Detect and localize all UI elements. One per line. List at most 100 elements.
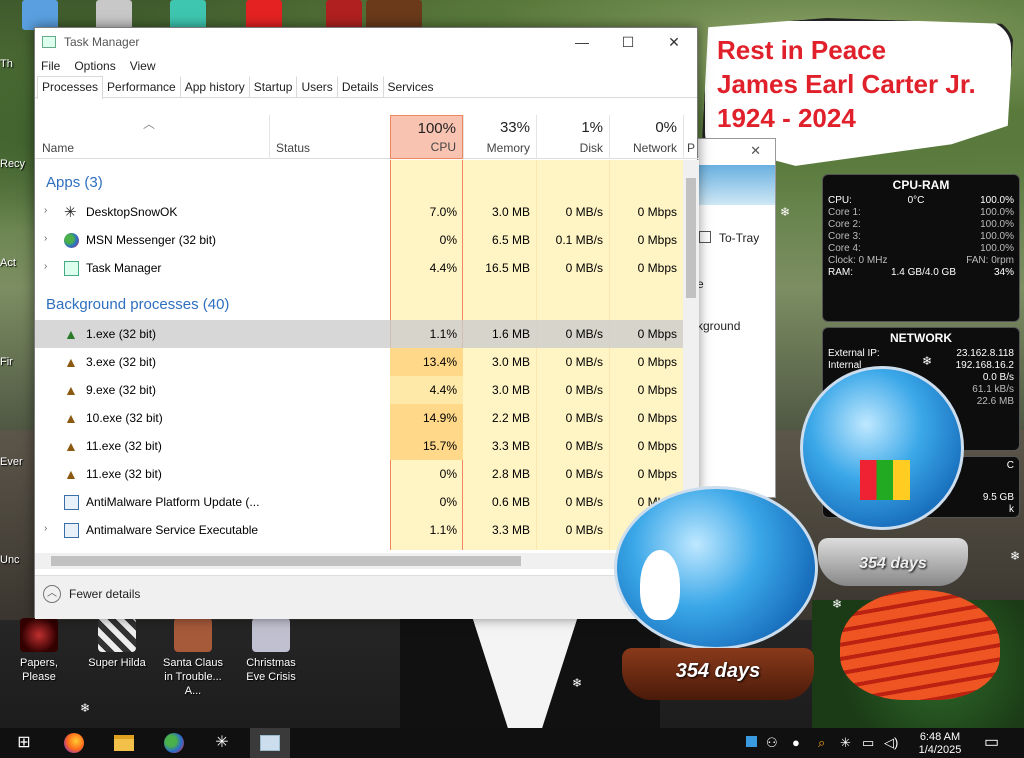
menu-options[interactable]: Options xyxy=(74,56,115,76)
snow-globe-large[interactable] xyxy=(800,366,964,530)
menu-view[interactable]: View xyxy=(130,56,156,76)
expand-chevron-icon[interactable]: › xyxy=(44,261,47,272)
reindeer-game-icon[interactable] xyxy=(366,0,422,30)
christmas-tree-icon: ▲ xyxy=(64,326,78,342)
desktop-label-uncategorized[interactable]: Unc xyxy=(0,554,20,566)
group-header-apps[interactable]: Apps (3) xyxy=(46,174,103,191)
desktop-icon-santa-claus-in-trouble[interactable]: Santa Claus in Trouble... A... xyxy=(158,618,228,698)
game-shortcut-icon[interactable] xyxy=(170,0,206,30)
msn-messenger-icon[interactable] xyxy=(154,728,194,758)
desktop-snow-icon[interactable]: ✳ xyxy=(202,728,242,758)
super-hilda-icon xyxy=(98,618,136,652)
fewer-details-button[interactable]: ︿ Fewer details xyxy=(43,585,140,603)
group-header-background[interactable]: Background processes (40) xyxy=(46,296,229,313)
tab-details[interactable]: Details xyxy=(336,76,384,97)
close-button[interactable]: ✕ xyxy=(651,28,697,56)
process-row[interactable]: › ✳ DesktopSnowOK 7.0% 3.0 MB 0 MB/s 0 M… xyxy=(35,198,683,226)
net-rate-3: 22.6 MB xyxy=(976,396,1014,407)
notification-center-icon[interactable]: ▭ xyxy=(984,728,999,758)
memory-total-percent: 33% xyxy=(499,119,530,136)
desktop-label-activate[interactable]: Act xyxy=(0,257,16,269)
santa-game-icon[interactable] xyxy=(326,0,362,30)
background-app-window[interactable]: ✕ To-Tray e kground xyxy=(692,138,776,498)
tab-processes[interactable]: Processes xyxy=(37,76,104,99)
tab-performance[interactable]: Performance xyxy=(102,76,181,97)
desktop-label-recycle-bin[interactable]: Recy xyxy=(0,158,25,170)
process-row[interactable]: ▲ 9.exe (32 bit) 4.4% 3.0 MB 0 MB/s 0 Mb… xyxy=(35,376,683,404)
tray-snowflake-icon[interactable]: ✳ xyxy=(840,728,851,758)
tray-search-icon[interactable]: ⌕ xyxy=(818,728,825,758)
horizontal-scroll-thumb[interactable] xyxy=(51,556,521,566)
desktop-icon-super-hilda[interactable]: Super Hilda xyxy=(82,618,152,670)
column-power-header[interactable]: P xyxy=(683,115,699,159)
to-tray-checkbox[interactable] xyxy=(699,231,711,243)
process-network: 0 Mbps xyxy=(637,383,677,397)
cpu-ram-gadget[interactable]: CPU-RAM CPU: 0°C 100.0% Core 1: 100.0% Core… xyxy=(822,174,1020,322)
mcdonalds-game-icon[interactable] xyxy=(246,0,282,30)
tab-app-history[interactable]: App history xyxy=(179,76,250,97)
tab-services[interactable]: Services xyxy=(382,76,439,97)
cpu-total-percent: 100% xyxy=(417,120,456,137)
menu-file[interactable]: File xyxy=(41,56,60,76)
process-name: Task Manager xyxy=(86,261,162,275)
tray-app-icon[interactable] xyxy=(746,728,757,758)
process-disk: 0 MB/s xyxy=(565,355,603,369)
desktop-shortcut-icon[interactable] xyxy=(96,0,132,30)
expand-chevron-icon[interactable]: › xyxy=(44,233,47,244)
horizontal-scrollbar[interactable] xyxy=(35,553,683,569)
desktop-label-firefox[interactable]: Fir xyxy=(0,356,13,368)
process-row[interactable]: ▲ 11.exe (32 bit) 15.7% 3.3 MB 0 MB/s 0 … xyxy=(35,432,683,460)
process-row[interactable]: › MSN Messenger (32 bit) 0% 6.5 MB 0.1 M… xyxy=(35,226,683,254)
desktop-icon-christmas-eve-crisis[interactable]: Christmas Eve Crisis xyxy=(236,618,306,684)
process-row[interactable]: ▲ 1.exe (32 bit) 1.1% 1.6 MB 0 MB/s 0 Mb… xyxy=(35,320,683,348)
process-row[interactable]: › Antimalware Service Executable 1.1% 3.… xyxy=(35,516,683,544)
process-cpu: 7.0% xyxy=(429,205,457,219)
start-button[interactable]: ⊞ xyxy=(4,728,44,758)
task-manager-window[interactable]: Task Manager — ☐ ✕ File Options View Pro… xyxy=(34,27,699,619)
process-row[interactable]: ▲ 3.exe (32 bit) 13.4% 3.0 MB 0 MB/s 0 M… xyxy=(35,348,683,376)
process-row[interactable]: › Task Manager 4.4% 16.5 MB 0 MB/s 0 Mbp… xyxy=(35,254,683,282)
desktop-icon-papers-please[interactable]: Papers, Please xyxy=(4,618,74,684)
network-total-percent: 0% xyxy=(655,119,677,136)
process-row[interactable]: ▲ 11.exe (32 bit) 0% 2.8 MB 0 MB/s 0 Mbp… xyxy=(35,460,683,488)
process-disk: 0 MB/s xyxy=(565,495,603,509)
disk-total-percent: 1% xyxy=(581,119,603,136)
tray-volume-icon[interactable]: ◁) xyxy=(884,728,898,758)
process-row[interactable]: AntiMalware Platform Update (... 0% 0.6 … xyxy=(35,488,683,516)
column-memory-header[interactable]: 33% Memory xyxy=(463,115,536,159)
taskbar-clock[interactable]: 6:48 AM 1/4/2025 xyxy=(908,731,972,757)
vertical-scroll-thumb[interactable] xyxy=(686,178,696,298)
tab-startup[interactable]: Startup xyxy=(248,76,298,97)
column-disk-header[interactable]: 1% Disk xyxy=(536,115,609,159)
background-window-close-button[interactable]: ✕ xyxy=(750,143,761,159)
expand-chevron-icon[interactable]: › xyxy=(44,523,47,534)
fan-readout: FAN: 0rpm xyxy=(966,255,1014,266)
firefox-icon[interactable] xyxy=(54,728,94,758)
tree-icon: ▲ xyxy=(64,382,78,398)
expand-chevron-icon[interactable]: › xyxy=(44,205,47,216)
core-value: 100.0% xyxy=(980,219,1014,230)
column-network-header[interactable]: 0% Network xyxy=(609,115,683,159)
column-name-header[interactable]: ︿ Name xyxy=(35,115,269,159)
title-bar[interactable]: Task Manager — ☐ ✕ xyxy=(35,28,697,56)
process-name: AntiMalware Platform Update (... xyxy=(86,495,260,509)
cpu-label: CPU: xyxy=(828,195,852,206)
drive-letter: C xyxy=(1006,460,1014,471)
column-cpu-header[interactable]: 100% CPU xyxy=(390,115,463,159)
process-name: 11.exe (32 bit) xyxy=(86,439,162,453)
desktop-label-this-pc[interactable]: Th xyxy=(0,58,13,70)
footer-bar: ︿ Fewer details xyxy=(35,575,699,619)
phone-app-icon[interactable] xyxy=(22,0,58,30)
column-status-header[interactable]: Status xyxy=(269,115,389,159)
tab-users[interactable]: Users xyxy=(296,76,337,97)
desktop-label-everything[interactable]: Ever xyxy=(0,456,23,468)
minimize-button[interactable]: — xyxy=(559,28,605,56)
process-row[interactable]: ▲ 10.exe (32 bit) 14.9% 2.2 MB 0 MB/s 0 … xyxy=(35,404,683,432)
task-manager-icon[interactable] xyxy=(250,728,290,758)
file-explorer-icon[interactable] xyxy=(104,728,144,758)
maximize-button[interactable]: ☐ xyxy=(605,28,651,56)
tray-people-icon[interactable]: ⚇ xyxy=(766,728,778,758)
tray-network-icon[interactable]: ▭ xyxy=(862,728,874,758)
to-tray-label: To-Tray xyxy=(719,231,760,245)
tray-droplet-icon[interactable]: ● xyxy=(792,728,800,758)
